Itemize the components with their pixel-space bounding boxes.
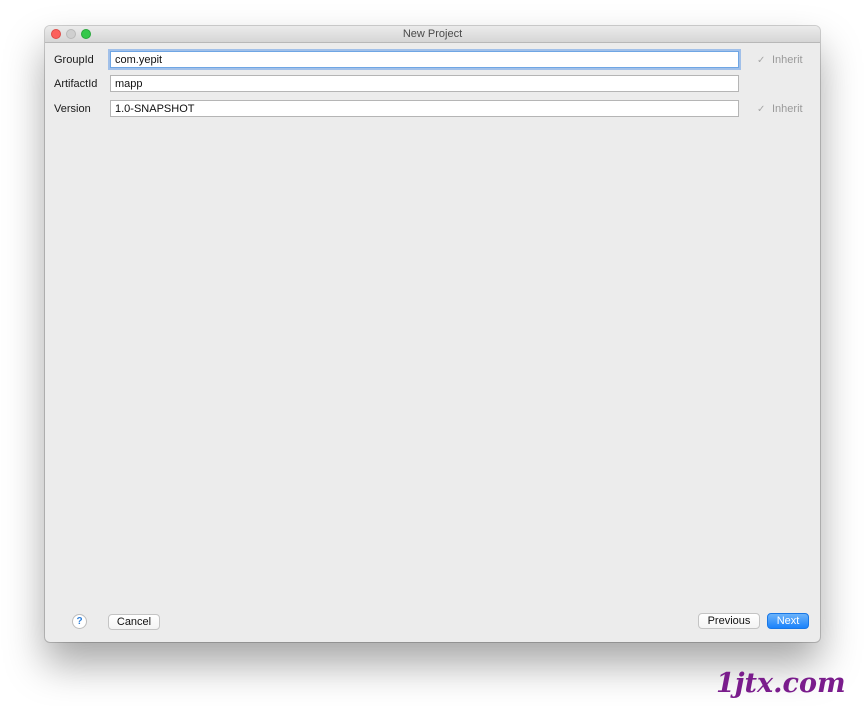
artifact-id-row: ArtifactId — [45, 74, 820, 94]
artifact-id-label: ArtifactId — [54, 78, 98, 90]
checkmark-icon: ✓ — [757, 55, 766, 66]
version-inherit-label: Inherit — [772, 103, 803, 115]
group-id-inherit-checkbox[interactable]: ✓ Inherit — [757, 53, 803, 67]
help-button[interactable]: ? — [72, 614, 87, 629]
next-button[interactable]: Next — [767, 613, 809, 629]
artifact-id-input[interactable] — [110, 75, 739, 92]
version-inherit-checkbox[interactable]: ✓ Inherit — [757, 102, 803, 116]
previous-button[interactable]: Previous — [698, 613, 760, 629]
group-id-input[interactable] — [110, 51, 739, 68]
new-project-dialog: New Project GroupId ✓Inherit ArtifactId … — [45, 26, 820, 642]
version-label: Version — [54, 103, 91, 115]
watermark: 1jtx.com — [716, 668, 846, 699]
version-input[interactable] — [110, 100, 739, 117]
window-title: New Project — [402, 28, 463, 40]
group-id-inherit-label: Inherit — [772, 54, 803, 66]
checkmark-icon: ✓ — [757, 104, 766, 115]
cancel-button[interactable]: Cancel — [108, 614, 160, 630]
version-row: Version ✓ Inherit — [45, 99, 820, 119]
group-id-row: GroupId ✓ Inherit — [45, 50, 820, 70]
group-id-label: GroupId — [54, 54, 94, 66]
title-bar[interactable]: New Project — [45, 26, 820, 43]
